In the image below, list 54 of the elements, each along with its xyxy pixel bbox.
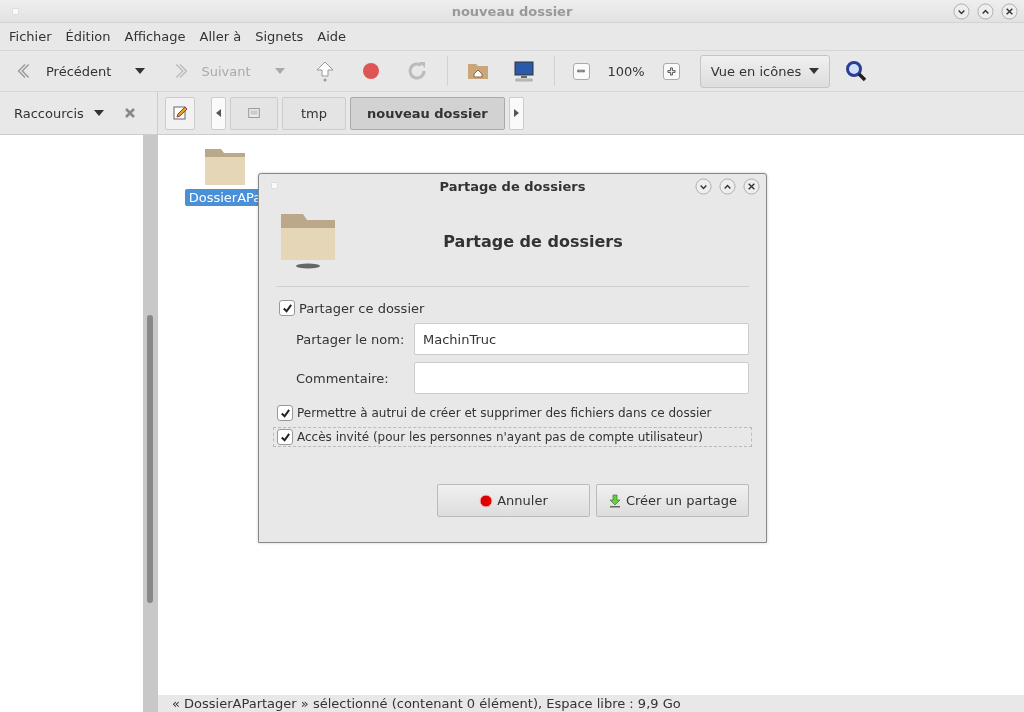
dialog-title: Partage de dossiers [439,178,586,194]
pencil-icon [172,105,188,121]
drive-icon [247,106,261,120]
search-icon[interactable] [844,59,869,83]
zoom-level: 100% [607,63,645,79]
share-checkbox[interactable]: Partager ce dossier [276,299,428,317]
minus-icon [577,67,585,75]
zoom-in-button[interactable] [662,62,680,80]
create-share-button[interactable]: Créer un partage [596,484,749,517]
option-checkbox[interactable]: Permettre à autrui de créer et supprimer des fichiers dans ce dossier [273,403,716,423]
checkmark-icon [279,431,291,443]
close-icon[interactable] [743,178,760,195]
close-icon[interactable] [1001,3,1018,20]
field-label: Commentaire: [296,370,390,386]
checkmark-icon [281,302,293,314]
menu-item[interactable]: Édition [60,29,116,44]
caret-icon [809,68,820,74]
back-button[interactable]: Précédent [10,60,116,82]
minimize-icon[interactable] [695,178,712,195]
scrollbar-thumb[interactable] [147,315,153,603]
menu-item[interactable]: Fichier [4,29,57,44]
menu-item[interactable]: Signets [250,29,309,44]
status-bar: « DossierAPartager » sélectionné (contenant 0 élément), Espace libre : 9,9 Go [158,695,1024,712]
maximize-icon[interactable] [977,3,994,20]
shared-folder-icon [279,212,337,270]
input-field[interactable] [414,362,749,394]
checkmark-icon [279,407,291,419]
view-dropdown[interactable]: Vue en icônes [699,54,831,88]
path-button[interactable]: tmp [282,96,346,130]
stop-icon [479,493,494,508]
caret-icon[interactable] [93,110,104,116]
right-arrow-icon [513,109,519,117]
computer-icon[interactable] [511,59,536,83]
menu-item[interactable]: Aide [312,29,352,44]
edit-location-button[interactable] [165,96,195,130]
option-checkbox[interactable]: Accès invité (pour les personnes n'ayant pas de compte utilisateur) [273,427,752,447]
scroll-right-button[interactable] [508,96,524,130]
left-arrow-icon [216,109,221,117]
input-field[interactable]: MachinTruc [414,323,749,355]
scroll-left-button[interactable] [211,96,226,130]
maximize-icon[interactable] [719,178,736,195]
plus-icon [666,66,676,76]
menu-item[interactable]: Aller à [194,29,247,44]
menu-item[interactable]: Affichage [119,29,191,44]
field-label: Partager le nom: [296,331,406,347]
download-arrow-icon [607,493,622,508]
path-button[interactable]: nouveau dossier [350,96,505,130]
window-title: nouveau dossier [451,3,573,19]
minimize-icon[interactable] [953,3,970,20]
cancel-button[interactable]: Annuler [437,484,590,517]
zoom-out-button[interactable] [572,62,590,80]
dialog-heading: Partage de dossiers [442,231,624,251]
sidebar-title[interactable]: Raccourcis [14,105,84,121]
caret-icon[interactable] [135,68,146,74]
